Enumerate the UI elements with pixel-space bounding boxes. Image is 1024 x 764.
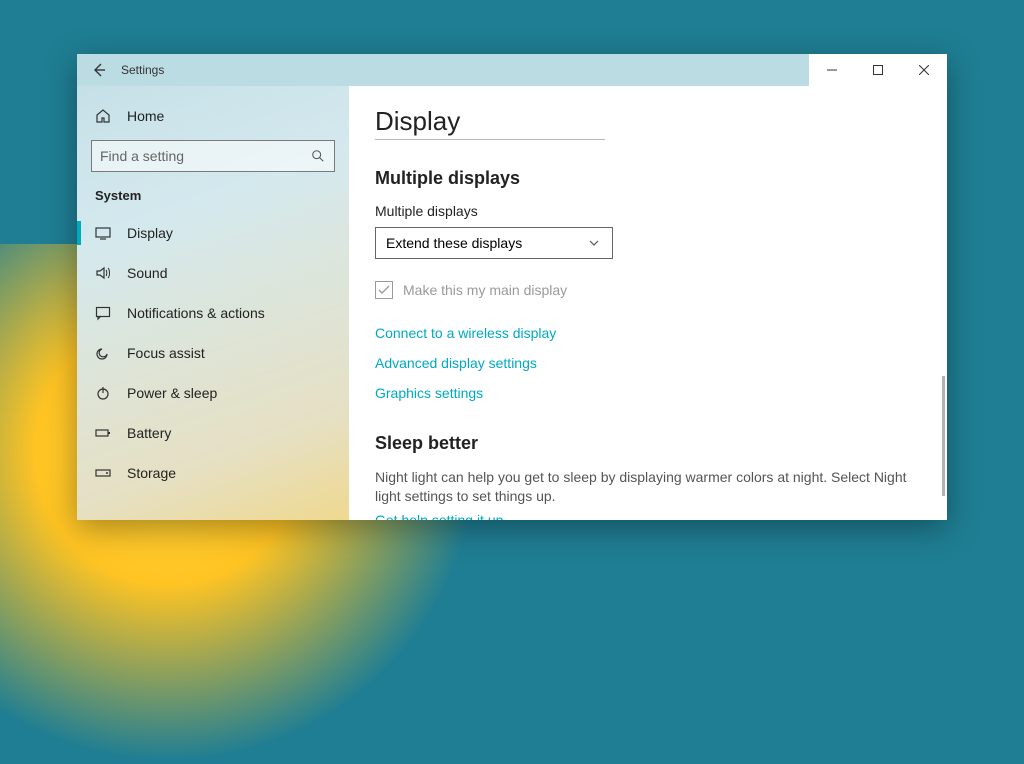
sleep-better-body: Night light can help you get to sleep by… <box>375 468 917 506</box>
minimize-icon <box>827 65 837 75</box>
back-button[interactable] <box>77 54 121 86</box>
check-icon <box>377 283 391 297</box>
link-connect-wireless[interactable]: Connect to a wireless display <box>375 325 917 341</box>
settings-window: Settings Home <box>77 54 947 520</box>
link-sleep-help[interactable]: Get help setting it up <box>375 512 917 520</box>
search-box[interactable] <box>91 140 335 172</box>
main-display-checkbox[interactable] <box>375 281 393 299</box>
sidebar-item-storage[interactable]: Storage <box>77 453 349 493</box>
page-title: Display <box>375 106 917 137</box>
sidebar-item-label: Display <box>127 225 173 241</box>
section-sleep-better: Sleep better <box>375 433 917 454</box>
scrollbar-thumb[interactable] <box>942 376 945 496</box>
maximize-button[interactable] <box>855 54 901 86</box>
title-rule <box>375 139 605 140</box>
sidebar-item-label: Battery <box>127 425 171 441</box>
sidebar-item-display[interactable]: Display <box>77 213 349 253</box>
sidebar-item-label: Sound <box>127 265 167 281</box>
battery-icon <box>95 425 111 441</box>
sidebar-item-label: Notifications & actions <box>127 305 265 321</box>
section-multiple-displays: Multiple displays <box>375 168 917 189</box>
main-content: Display Multiple displays Multiple displ… <box>349 86 947 520</box>
home-label: Home <box>127 108 164 124</box>
close-icon <box>919 65 929 75</box>
multiple-displays-field-label: Multiple displays <box>375 203 917 219</box>
sidebar-item-label: Power & sleep <box>127 385 217 401</box>
search-icon <box>310 148 326 164</box>
sound-icon <box>95 265 111 281</box>
storage-icon <box>95 465 111 481</box>
sidebar-item-battery[interactable]: Battery <box>77 413 349 453</box>
sidebar-item-power-sleep[interactable]: Power & sleep <box>77 373 349 413</box>
minimize-button[interactable] <box>809 54 855 86</box>
chevron-down-icon <box>586 235 602 251</box>
home-icon <box>95 108 111 124</box>
sidebar-item-label: Focus assist <box>127 345 205 361</box>
display-icon <box>95 225 111 241</box>
multiple-displays-select[interactable]: Extend these displays <box>375 227 613 259</box>
power-icon <box>95 385 111 401</box>
arrow-left-icon <box>91 62 107 78</box>
window-title: Settings <box>121 63 164 77</box>
search-input[interactable] <box>100 148 310 164</box>
sidebar-item-sound[interactable]: Sound <box>77 253 349 293</box>
sidebar: Home System Display <box>77 86 349 520</box>
link-graphics-settings[interactable]: Graphics settings <box>375 385 917 401</box>
notifications-icon <box>95 305 111 321</box>
sidebar-item-notifications[interactable]: Notifications & actions <box>77 293 349 333</box>
close-button[interactable] <box>901 54 947 86</box>
main-display-checkbox-row: Make this my main display <box>375 281 917 299</box>
select-value: Extend these displays <box>386 235 522 251</box>
link-advanced-display[interactable]: Advanced display settings <box>375 355 917 371</box>
home-button[interactable]: Home <box>77 96 349 136</box>
category-label: System <box>77 182 349 213</box>
sidebar-item-focus-assist[interactable]: Focus assist <box>77 333 349 373</box>
titlebar: Settings <box>77 54 947 86</box>
maximize-icon <box>873 65 883 75</box>
main-display-checkbox-label: Make this my main display <box>403 282 567 298</box>
sidebar-item-label: Storage <box>127 465 176 481</box>
focus-assist-icon <box>95 345 111 361</box>
